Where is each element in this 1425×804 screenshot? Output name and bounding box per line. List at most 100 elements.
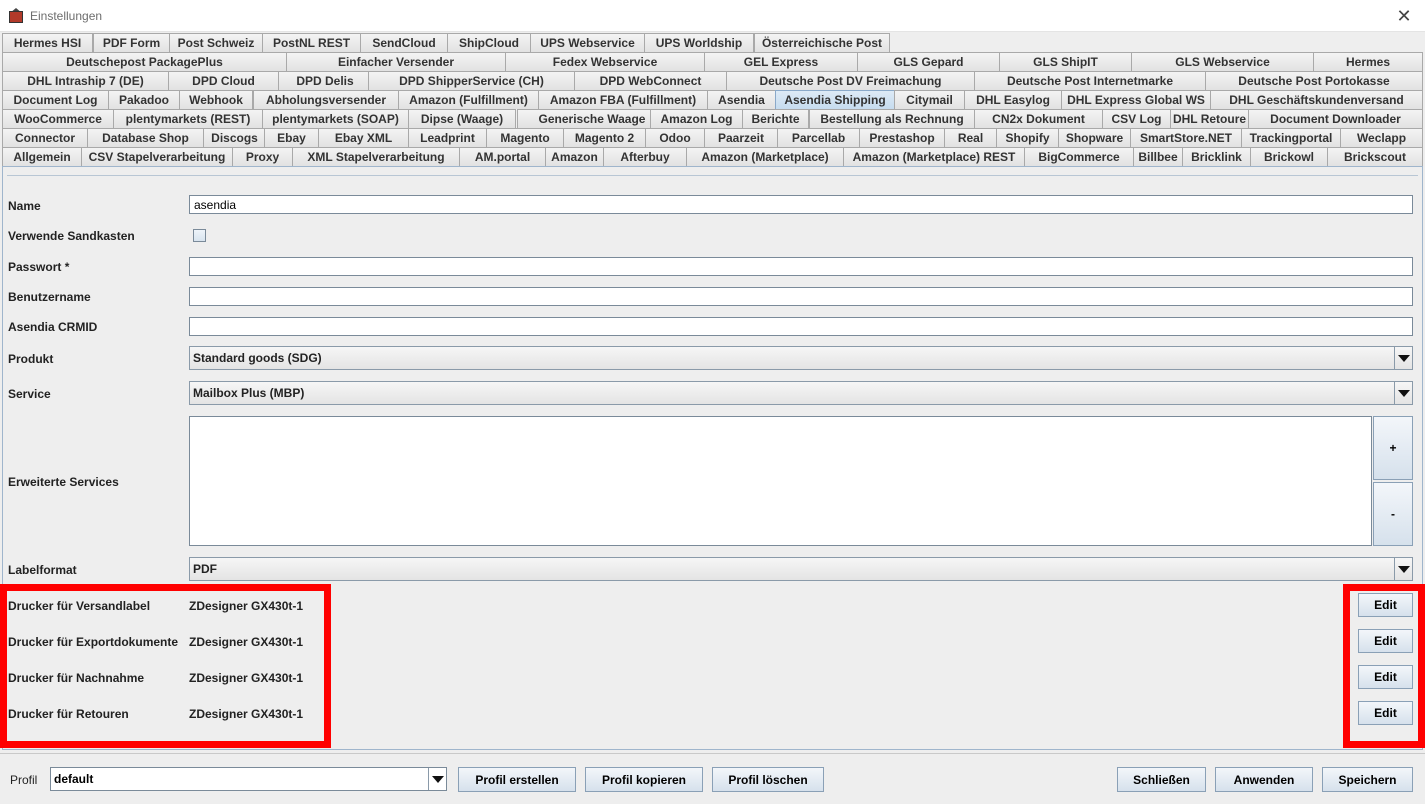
username-input[interactable] (189, 287, 1413, 306)
tab-shopify[interactable]: Shopify (996, 128, 1059, 147)
tab-woocommerce[interactable]: WooCommerce (2, 109, 114, 128)
tab-hermes-hsi[interactable]: Hermes HSI (2, 33, 93, 52)
tab-database-shop[interactable]: Database Shop (87, 128, 204, 147)
tab-einfacher-versender[interactable]: Einfacher Versender (286, 52, 506, 71)
tab-trackingportal[interactable]: Trackingportal (1241, 128, 1341, 147)
product-select[interactable]: Standard goods (SDG) (189, 346, 1413, 370)
chevron-down-icon[interactable] (428, 768, 446, 790)
tab-prestashop[interactable]: Prestashop (859, 128, 945, 147)
tab-leadprint[interactable]: Leadprint (408, 128, 487, 147)
add-service-button[interactable]: + (1373, 416, 1413, 480)
labelformat-select[interactable]: PDF (189, 557, 1413, 581)
tab-gls-shipit[interactable]: GLS ShipIT (999, 52, 1132, 71)
tab-bestellung-als-rechnung[interactable]: Bestellung als Rechnung (809, 109, 975, 128)
tab-ups-worldship[interactable]: UPS Worldship (644, 33, 754, 52)
tab-cn2x-dokument[interactable]: CN2x Dokument (974, 109, 1103, 128)
tab-amazon[interactable]: Amazon (545, 147, 604, 166)
tab-gls-webservice[interactable]: GLS Webservice (1131, 52, 1314, 71)
tab-document-downloader[interactable]: Document Downloader (1248, 109, 1423, 128)
tab-bricklink[interactable]: Bricklink (1182, 147, 1251, 166)
tab-allgemein[interactable]: Allgemein (2, 147, 82, 166)
tab-parcellab[interactable]: Parcellab (777, 128, 860, 147)
tab-amazon-fulfillment[interactable]: Amazon (Fulfillment) (398, 90, 539, 109)
tab-brickowl[interactable]: Brickowl (1250, 147, 1328, 166)
chevron-down-icon[interactable] (1394, 558, 1412, 580)
tab-deutsche-post-internetmarke[interactable]: Deutsche Post Internetmarke (974, 71, 1206, 90)
tab-deutsche-post-dv-freimachung[interactable]: Deutsche Post DV Freimachung (726, 71, 975, 90)
extended-services-list[interactable] (189, 416, 1372, 546)
profile-select[interactable]: default (50, 767, 447, 791)
tab-billbee[interactable]: Billbee (1133, 147, 1183, 166)
tab-gls-gepard[interactable]: GLS Gepard (857, 52, 1000, 71)
tab-webhook[interactable]: Webhook (179, 90, 253, 109)
tab-dpd-webconnect[interactable]: DPD WebConnect (574, 71, 727, 90)
tab-dhl-express-global-ws[interactable]: DHL Express Global WS (1061, 90, 1211, 109)
tab-abholungsversender[interactable]: Abholungsversender (253, 90, 399, 109)
tab-dpd-cloud[interactable]: DPD Cloud (168, 71, 279, 90)
tab-pakadoo[interactable]: Pakadoo (108, 90, 180, 109)
tab-smartstore-net[interactable]: SmartStore.NET (1130, 128, 1242, 147)
tab-plentymarkets-soap[interactable]: plentymarkets (SOAP) (262, 109, 409, 128)
save-button[interactable]: Speichern (1322, 767, 1413, 792)
close-button[interactable]: Schließen (1117, 767, 1206, 792)
tab-magento-2[interactable]: Magento 2 (563, 128, 646, 147)
tab-sendcloud[interactable]: SendCloud (360, 33, 448, 52)
tab-shopware[interactable]: Shopware (1058, 128, 1131, 147)
tab-dipse-waage[interactable]: Dipse (Waage) (408, 109, 516, 128)
tab-plentymarkets-rest[interactable]: plentymarkets (REST) (113, 109, 263, 128)
tab-dpd-delis[interactable]: DPD Delis (278, 71, 372, 90)
tab-pdf-form[interactable]: PDF Form (93, 33, 170, 52)
tab-amazon-fba-fulfillment[interactable]: Amazon FBA (Fulfillment) (538, 90, 708, 109)
crmid-input[interactable] (189, 317, 1413, 336)
delete-profile-button[interactable]: Profil löschen (712, 767, 824, 792)
close-icon[interactable]: ✕ (1393, 5, 1415, 27)
chevron-down-icon[interactable] (1394, 347, 1412, 369)
tab-asendia-shipping[interactable]: Asendia Shipping (775, 90, 895, 109)
tab-fedex-webservice[interactable]: Fedex Webservice (505, 52, 705, 71)
tab-ebay[interactable]: Ebay (264, 128, 319, 147)
tab-ups-webservice[interactable]: UPS Webservice (530, 33, 645, 52)
tab-dhl-easylog[interactable]: DHL Easylog (964, 90, 1062, 109)
tab-citymail[interactable]: Citymail (894, 90, 965, 109)
apply-button[interactable]: Anwenden (1215, 767, 1313, 792)
tab-connector[interactable]: Connector (2, 128, 88, 147)
tab-dhl-geschäftskundenversand[interactable]: DHL Geschäftskundenversand (1210, 90, 1423, 109)
tab-deutsche-post-portokasse[interactable]: Deutsche Post Portokasse (1205, 71, 1423, 90)
tab-hermes[interactable]: Hermes (1313, 52, 1423, 71)
tab-brickscout[interactable]: Brickscout (1327, 147, 1423, 166)
tab-afterbuy[interactable]: Afterbuy (603, 147, 687, 166)
chevron-down-icon[interactable] (1394, 382, 1412, 404)
tab-amazon-marketplace[interactable]: Amazon (Marketplace) (686, 147, 844, 166)
tab-österreichische-post[interactable]: Österreichische Post (754, 33, 890, 52)
tab-post-schweiz[interactable]: Post Schweiz (169, 33, 263, 52)
tab-paarzeit[interactable]: Paarzeit (704, 128, 778, 147)
tab-document-log[interactable]: Document Log (2, 90, 109, 109)
tab-shipcloud[interactable]: ShipCloud (447, 33, 531, 52)
tab-bigcommerce[interactable]: BigCommerce (1024, 147, 1134, 166)
copy-profile-button[interactable]: Profil kopieren (585, 767, 703, 792)
sandbox-checkbox[interactable] (193, 229, 206, 242)
tab-dpd-shipperservice-ch[interactable]: DPD ShipperService (CH) (368, 71, 575, 90)
password-input[interactable] (189, 257, 1413, 276)
tab-asendia[interactable]: Asendia (707, 90, 776, 109)
tab-xml-stapelverarbeitung[interactable]: XML Stapelverarbeitung (292, 147, 460, 166)
tab-magento[interactable]: Magento (486, 128, 564, 147)
name-input[interactable] (189, 195, 1413, 214)
tab-deutschepost-packageplus[interactable]: Deutschepost PackagePlus (2, 52, 287, 71)
tab-csv-stapelverarbeitung[interactable]: CSV Stapelverarbeitung (81, 147, 233, 166)
tab-amazon-log[interactable]: Amazon Log (650, 109, 743, 128)
service-select[interactable]: Mailbox Plus (MBP) (189, 381, 1413, 405)
tab-dhl-intraship-7-de[interactable]: DHL Intraship 7 (DE) (2, 71, 169, 90)
tab-postnl-rest[interactable]: PostNL REST (262, 33, 361, 52)
remove-service-button[interactable]: - (1373, 482, 1413, 546)
tab-dhl-retoure[interactable]: DHL Retoure (1170, 109, 1249, 128)
tab-ebay-xml[interactable]: Ebay XML (318, 128, 409, 147)
tab-berichte[interactable]: Berichte (742, 109, 809, 128)
tab-weclapp[interactable]: Weclapp (1340, 128, 1423, 147)
tab-gel-express[interactable]: GEL Express (704, 52, 858, 71)
create-profile-button[interactable]: Profil erstellen (458, 767, 576, 792)
tab-csv-log[interactable]: CSV Log (1102, 109, 1171, 128)
tab-generische-waage[interactable]: Generische Waage (517, 109, 667, 128)
tab-real[interactable]: Real (944, 128, 997, 147)
tab-odoo[interactable]: Odoo (645, 128, 705, 147)
